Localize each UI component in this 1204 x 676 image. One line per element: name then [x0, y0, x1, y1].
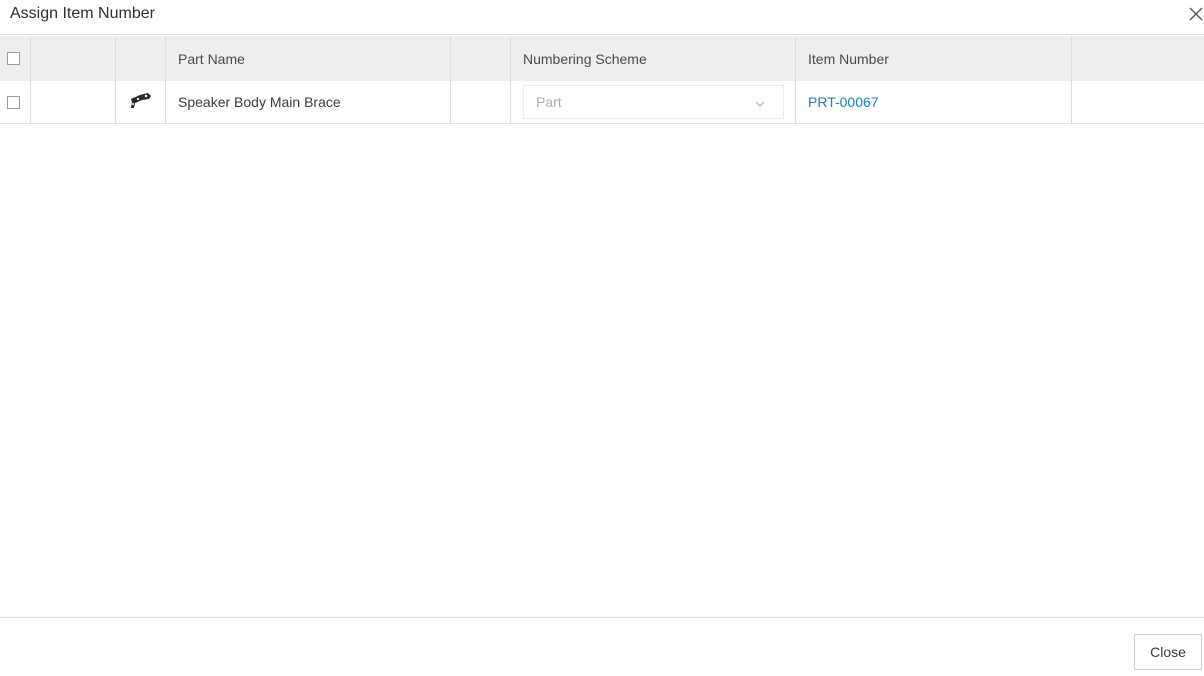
table-header-row: Part Name Numbering Scheme Item Number — [0, 36, 1204, 81]
part-name: Speaker Body Main Brace — [178, 94, 341, 110]
numbering-scheme-cell: Part — [511, 81, 796, 123]
column-header-part-name[interactable]: Part Name — [166, 36, 451, 81]
row-filler-cell — [1072, 81, 1204, 123]
part-brace-icon — [128, 91, 154, 114]
row-icon-cell — [116, 81, 166, 123]
column-header-blank — [31, 36, 116, 81]
dialog-footer: Close — [0, 617, 1204, 676]
column-header-item-number[interactable]: Item Number — [796, 36, 1072, 81]
close-button[interactable]: Close — [1134, 634, 1202, 670]
row-blank-cell — [451, 81, 511, 123]
numbering-scheme-value: Part — [536, 94, 562, 110]
select-all-checkbox[interactable] — [6, 52, 20, 65]
item-number-link[interactable]: PRT-00067 — [808, 94, 879, 110]
column-header-filler — [1072, 36, 1204, 81]
row-select-cell — [0, 81, 31, 123]
column-header-numbering-scheme[interactable]: Numbering Scheme — [511, 36, 796, 81]
column-header-blank — [451, 36, 511, 81]
select-all-cell — [0, 36, 31, 81]
item-number-cell: PRT-00067 — [796, 81, 1072, 123]
row-blank-cell — [31, 81, 116, 123]
numbering-scheme-select[interactable]: Part — [523, 85, 784, 119]
chevron-down-icon — [755, 94, 765, 110]
table-row[interactable]: Speaker Body Main Brace Part PRT-00067 — [0, 81, 1204, 124]
close-icon[interactable] — [1186, 4, 1204, 24]
column-header-icon — [116, 36, 166, 81]
assign-item-number-dialog: Assign Item Number Part Name Numbering S… — [0, 0, 1204, 676]
row-checkbox[interactable] — [6, 95, 20, 109]
part-name-cell: Speaker Body Main Brace — [166, 81, 451, 123]
dialog-title: Assign Item Number — [10, 5, 155, 22]
item-number-table: Part Name Numbering Scheme Item Number S… — [0, 36, 1204, 124]
dialog-header: Assign Item Number — [0, 0, 1204, 35]
